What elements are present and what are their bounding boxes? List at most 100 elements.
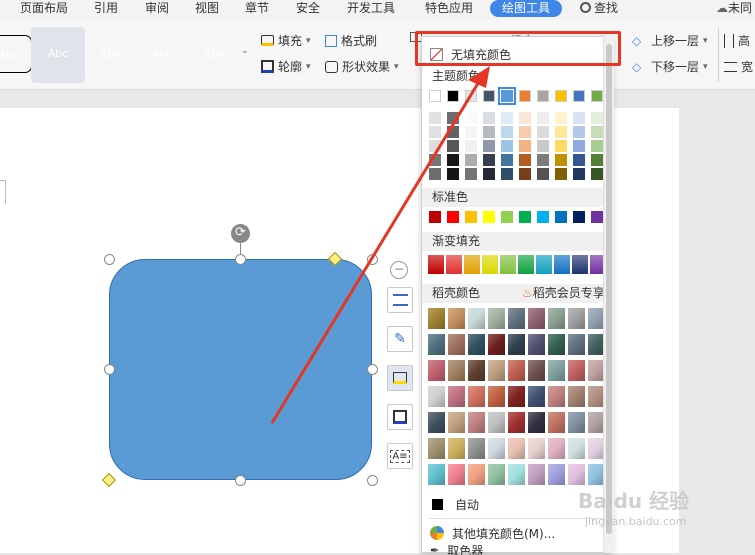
theme-shade-swatch[interactable]	[429, 154, 441, 166]
daoke-color-swatch[interactable]	[568, 308, 585, 329]
standard-color-swatch[interactable]	[591, 211, 603, 223]
more-fill-colors-option[interactable]: 其他填充颜色(M)...	[422, 522, 612, 544]
daoke-color-swatch[interactable]	[448, 386, 465, 407]
theme-shade-swatch[interactable]	[447, 154, 459, 166]
theme-color-swatch[interactable]	[465, 90, 477, 102]
daoke-color-swatch[interactable]	[428, 360, 445, 381]
resize-handle-left[interactable]	[104, 364, 115, 375]
theme-shade-swatch[interactable]	[429, 126, 441, 138]
theme-shade-swatch[interactable]	[501, 154, 513, 166]
daoke-color-swatch[interactable]	[548, 438, 565, 459]
daoke-color-swatch[interactable]	[528, 412, 545, 433]
theme-shade-swatch[interactable]	[537, 154, 549, 166]
standard-color-swatch[interactable]	[501, 211, 513, 223]
theme-shade-swatch[interactable]	[537, 140, 549, 152]
resize-handle-top-left[interactable]	[104, 254, 115, 265]
theme-shade-swatch[interactable]	[591, 168, 603, 180]
standard-color-swatch[interactable]	[429, 211, 441, 223]
theme-shade-swatch[interactable]	[537, 126, 549, 138]
resize-handle-bottom[interactable]	[235, 475, 246, 486]
gradient-fill-swatch[interactable]	[428, 255, 444, 274]
scrollbar-thumb[interactable]	[606, 44, 612, 534]
theme-shade-swatch[interactable]	[447, 140, 459, 152]
daoke-color-swatch[interactable]	[428, 464, 445, 485]
daoke-color-swatch[interactable]	[448, 334, 465, 355]
daoke-color-swatch[interactable]	[488, 386, 505, 407]
daoke-color-swatch[interactable]	[528, 386, 545, 407]
theme-shade-swatch[interactable]	[429, 112, 441, 124]
theme-shade-swatch[interactable]	[573, 140, 585, 152]
daoke-color-swatch[interactable]	[548, 360, 565, 381]
theme-shade-swatch[interactable]	[591, 112, 603, 124]
theme-color-swatch[interactable]	[483, 90, 495, 102]
shape-outline-button[interactable]	[387, 404, 413, 430]
tab-special-apps[interactable]: 特色应用	[425, 0, 473, 20]
theme-color-swatch[interactable]	[573, 90, 585, 102]
theme-shade-swatch[interactable]	[501, 168, 513, 180]
send-backward-button[interactable]: ◇ 下移一层 ▾	[632, 58, 708, 75]
theme-shade-swatch[interactable]	[465, 168, 477, 180]
daoke-color-swatch[interactable]	[508, 360, 525, 381]
theme-shade-swatch[interactable]	[573, 168, 585, 180]
daoke-color-swatch[interactable]	[568, 360, 585, 381]
daoke-color-swatch[interactable]	[468, 360, 485, 381]
pen-style-button[interactable]: ✎	[387, 326, 413, 352]
width-field[interactable]: 宽	[724, 58, 753, 75]
daoke-color-swatch[interactable]	[488, 438, 505, 459]
tab-page-layout[interactable]: 页面布局	[20, 0, 68, 20]
theme-shade-swatch[interactable]	[501, 140, 513, 152]
standard-color-swatch[interactable]	[519, 211, 531, 223]
theme-color-swatch[interactable]	[537, 90, 549, 102]
daoke-color-swatch[interactable]	[488, 360, 505, 381]
resize-handle-top[interactable]	[235, 254, 246, 265]
theme-color-swatch[interactable]	[555, 90, 567, 102]
theme-shade-swatch[interactable]	[555, 154, 567, 166]
dropdown-scrollbar[interactable]	[603, 36, 614, 553]
daoke-color-swatch[interactable]	[488, 412, 505, 433]
theme-shade-swatch[interactable]	[591, 126, 603, 138]
theme-shade-swatch[interactable]	[519, 140, 531, 152]
daoke-color-swatch[interactable]	[468, 334, 485, 355]
daoke-color-swatch[interactable]	[428, 308, 445, 329]
color-picker-option[interactable]: ✒ 取色器	[422, 545, 612, 555]
daoke-color-swatch[interactable]	[528, 438, 545, 459]
daoke-color-swatch[interactable]	[428, 438, 445, 459]
height-field[interactable]: 高	[724, 32, 750, 49]
theme-shade-swatch[interactable]	[519, 112, 531, 124]
shape-style-yellow[interactable]: Abc	[191, 35, 237, 73]
gradient-fill-swatch[interactable]	[446, 255, 462, 274]
daoke-color-swatch[interactable]	[468, 438, 485, 459]
standard-color-swatch[interactable]	[447, 211, 459, 223]
standard-color-swatch[interactable]	[537, 211, 549, 223]
daoke-color-swatch[interactable]	[548, 464, 565, 485]
shape-style-blue[interactable]: Abc	[35, 35, 81, 73]
daoke-color-swatch[interactable]	[528, 360, 545, 381]
theme-shade-swatch[interactable]	[447, 126, 459, 138]
theme-shade-swatch[interactable]	[465, 140, 477, 152]
theme-shade-swatch[interactable]	[519, 126, 531, 138]
theme-color-swatch[interactable]	[498, 87, 516, 105]
collapse-tools-icon[interactable]: −	[390, 261, 408, 279]
daoke-color-swatch[interactable]	[488, 464, 505, 485]
daoke-color-swatch[interactable]	[428, 412, 445, 433]
daoke-color-swatch[interactable]	[488, 308, 505, 329]
theme-shade-swatch[interactable]	[483, 140, 495, 152]
theme-shade-swatch[interactable]	[465, 154, 477, 166]
shape-style-gray[interactable]: Abc	[139, 35, 185, 73]
tab-drawing-tools[interactable]: 绘图工具	[490, 0, 563, 17]
daoke-color-swatch[interactable]	[508, 412, 525, 433]
daoke-color-swatch[interactable]	[448, 412, 465, 433]
theme-shade-swatch[interactable]	[483, 168, 495, 180]
daoke-color-swatch[interactable]	[448, 360, 465, 381]
theme-shade-swatch[interactable]	[555, 112, 567, 124]
daoke-color-swatch[interactable]	[528, 308, 545, 329]
fill-button[interactable]: 填充 ▾	[261, 32, 311, 49]
daoke-color-swatch[interactable]	[548, 334, 565, 355]
resize-handle-top-right[interactable]	[367, 254, 378, 265]
shape-effects-button[interactable]: 形状效果 ▾	[325, 58, 399, 75]
daoke-color-swatch[interactable]	[448, 308, 465, 329]
daoke-color-swatch[interactable]	[508, 334, 525, 355]
daoke-color-swatch[interactable]	[568, 464, 585, 485]
daoke-color-swatch[interactable]	[428, 334, 445, 355]
theme-shade-swatch[interactable]	[429, 140, 441, 152]
